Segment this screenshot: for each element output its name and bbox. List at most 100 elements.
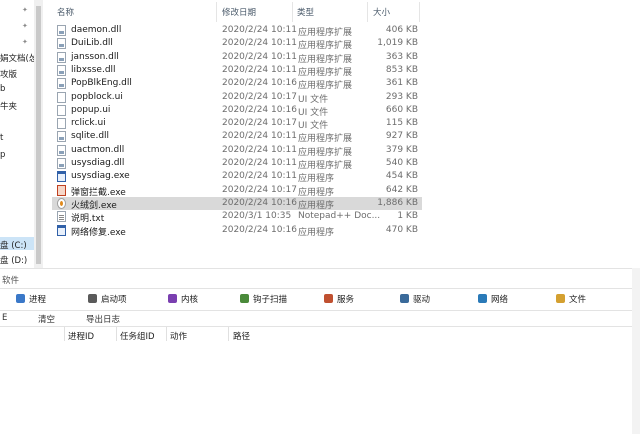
file-size: 540 KB — [385, 158, 418, 168]
pin-icon: ✦ — [22, 6, 28, 14]
network-icon — [478, 294, 487, 303]
file-row[interactable]: jansson.dll 2020/2/24 10:11 应用程序扩展 363 KB — [52, 51, 422, 65]
nav-item[interactable]: p — [0, 150, 5, 160]
toolbar-edge-label: E — [2, 313, 8, 323]
file-row[interactable]: daemon.dll 2020/2/24 10:11 应用程序扩展 406 KB — [52, 24, 422, 38]
column-divider[interactable] — [64, 327, 65, 341]
column-header-size[interactable]: 大小 — [373, 6, 390, 18]
nav-item[interactable]: 攻版 — [0, 68, 17, 80]
file-row[interactable]: usysdiag.exe 2020/2/24 10:11 应用程序 454 KB — [52, 170, 422, 185]
file-date: 2020/2/24 10:11 — [222, 25, 297, 35]
file-type: UI 文件 — [298, 121, 329, 132]
tab-hook-scan[interactable]: 钩子扫描 — [240, 293, 287, 307]
log-column-pid[interactable]: 进程ID — [68, 330, 94, 342]
file-type: 应用程序扩展 — [298, 81, 353, 92]
tab-label: 驱动 — [413, 295, 431, 305]
tab-label: 网络 — [491, 295, 509, 305]
tab-network[interactable]: 网络 — [478, 293, 508, 307]
file-name: daemon.dll — [71, 25, 122, 35]
drive-d[interactable]: 盘 (D:) — [0, 254, 27, 266]
file-date: 2020/2/24 10:11 — [222, 171, 297, 182]
clear-button[interactable]: 清空 — [38, 313, 55, 325]
tab-process[interactable]: 进程 — [16, 293, 46, 307]
file-row[interactable]: 弹窗拦截.exe 2020/2/24 10:17 应用程序 642 KB — [52, 184, 422, 198]
file-row[interactable]: libxsse.dll 2020/2/24 10:11 应用程序扩展 853 KB — [52, 64, 422, 78]
file-type: 应用程序扩展 — [298, 67, 353, 78]
file-date: 2020/2/24 10:11 — [222, 51, 297, 62]
column-divider[interactable] — [228, 327, 229, 341]
nav-item-documents[interactable]: 娟文档(怂 — [0, 52, 34, 64]
huorong-sword-icon — [57, 197, 66, 209]
file-row[interactable]: rclick.ui 2020/2/24 10:17 UI 文件 115 KB — [52, 117, 422, 132]
file-name: rclick.ui — [71, 118, 106, 129]
export-log-button[interactable]: 导出日志 — [86, 313, 120, 325]
column-divider[interactable] — [419, 2, 420, 22]
log-column-action[interactable]: 动作 — [170, 330, 187, 342]
column-divider[interactable] — [166, 327, 167, 341]
tab-file[interactable]: 文件 — [556, 293, 586, 307]
file-date: 2020/2/24 10:11 — [222, 64, 297, 75]
column-header-type[interactable]: 类型 — [297, 6, 314, 18]
log-column-path[interactable]: 路径 — [233, 330, 250, 342]
file-row[interactable]: 火绒剑.exe 2020/2/24 10:16 应用程序 1,886 KB — [52, 196, 422, 211]
file-row[interactable]: uactmon.dll 2020/2/24 10:11 应用程序扩展 379 KB — [52, 144, 422, 158]
tool-tab-bar: 进程 启动项 内核 钩子扫描 服务 驱动 网络 文件 — [0, 290, 640, 310]
hook-scan-icon — [240, 294, 249, 303]
nav-scrollbar-thumb[interactable] — [36, 6, 41, 264]
tab-startup[interactable]: 启动项 — [88, 293, 127, 307]
nav-item[interactable]: 牛夹 — [0, 100, 17, 112]
file-row[interactable]: 说明.txt 2020/3/1 10:35 Notepad++ Doc... 1 KB — [52, 210, 422, 225]
nav-item[interactable]: b — [0, 84, 5, 94]
tool-scrollbar[interactable] — [632, 268, 640, 434]
column-divider[interactable] — [367, 2, 368, 22]
file-type: UI 文件 — [298, 107, 329, 118]
file-date: 2020/2/24 10:17 — [222, 118, 297, 129]
file-row[interactable]: popblock.ui 2020/2/24 10:17 UI 文件 293 KB — [52, 91, 422, 105]
file-name: 网络修复.exe — [71, 227, 126, 238]
file-type: 应用程序 — [298, 174, 335, 185]
pin-icon: ✦ — [22, 38, 28, 46]
dll-file-icon — [57, 144, 66, 156]
file-size: 1,019 KB — [377, 38, 418, 49]
file-date: 2020/2/24 10:16 — [222, 224, 297, 235]
tab-driver[interactable]: 驱动 — [400, 293, 430, 307]
kernel-icon — [168, 294, 177, 303]
file-row[interactable]: sqlite.dll 2020/2/24 10:11 应用程序扩展 927 KB — [52, 130, 422, 145]
tab-kernel[interactable]: 内核 — [168, 293, 198, 307]
file-size: 293 KB — [385, 91, 418, 102]
column-divider[interactable] — [116, 327, 117, 341]
dll-file-icon — [57, 25, 66, 36]
file-type: 应用程序扩展 — [298, 161, 353, 171]
dll-file-icon — [57, 131, 66, 143]
file-date: 2020/2/24 10:17 — [222, 184, 297, 195]
text-file-icon — [57, 211, 66, 223]
file-explorer: ✦ ✦ ✦ 娟文档(怂 攻版 b 牛夹 t p 盘 (C:) 盘 (D:) 名称… — [0, 0, 640, 268]
file-size: 363 KB — [385, 51, 418, 62]
drive-c[interactable]: 盘 (C:) — [0, 239, 27, 251]
column-divider[interactable] — [216, 2, 217, 22]
dll-file-icon — [57, 158, 66, 169]
file-type: 应用程序扩展 — [298, 28, 353, 38]
file-name: 弹窗拦截.exe — [71, 187, 126, 198]
nav-item[interactable]: t — [0, 133, 3, 143]
file-size: 454 KB — [385, 171, 418, 182]
column-header-name[interactable]: 名称 — [57, 6, 74, 18]
file-row[interactable]: DuiLib.dll 2020/2/24 10:11 应用程序扩展 1,019 KB — [52, 37, 422, 51]
column-divider[interactable] — [292, 2, 293, 22]
file-name: 说明.txt — [71, 214, 105, 225]
file-row[interactable]: PopBlkEng.dll 2020/2/24 10:16 应用程序扩展 361 KB — [52, 77, 422, 92]
file-type: 应用程序 — [298, 227, 335, 238]
tab-service[interactable]: 服务 — [324, 293, 354, 307]
file-name: libxsse.dll — [71, 64, 116, 75]
ui-file-icon — [57, 104, 66, 116]
file-date: 2020/2/24 10:11 — [222, 131, 297, 142]
file-name: 火绒剑.exe — [71, 200, 117, 211]
file-row[interactable]: popup.ui 2020/2/24 10:16 UI 文件 660 KB — [52, 104, 422, 118]
popup-blocker-icon — [57, 184, 66, 196]
log-column-task-group[interactable]: 任务组ID — [120, 330, 155, 342]
file-row[interactable]: usysdiag.dll 2020/2/24 10:11 应用程序扩展 540 KB — [52, 157, 422, 171]
file-size: 927 KB — [385, 131, 418, 142]
column-header-date[interactable]: 修改日期 — [222, 6, 256, 18]
file-row[interactable]: 网络修复.exe 2020/2/24 10:16 应用程序 470 KB — [52, 224, 422, 238]
file-type: 应用程序扩展 — [298, 134, 353, 145]
